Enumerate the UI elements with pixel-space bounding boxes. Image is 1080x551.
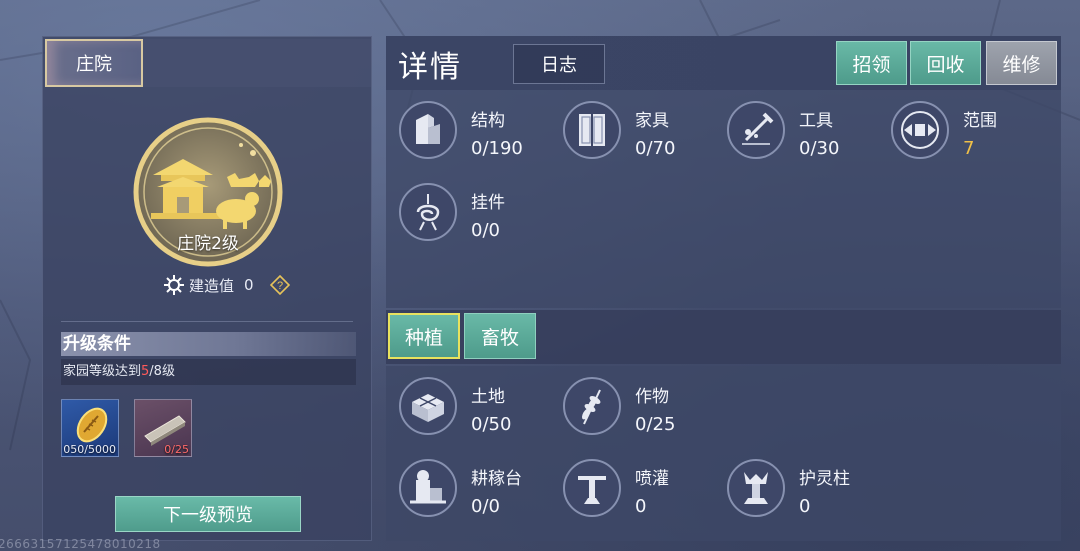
material-count: 050/5000 bbox=[63, 443, 116, 456]
stat-name: 护灵柱 bbox=[799, 469, 850, 489]
spirit-pillar-icon bbox=[727, 459, 785, 517]
stat-sprinkler: 喷灌 0 bbox=[550, 454, 710, 518]
building-stats-section: 结构 0/190 家具 0/70 工具 0/30 范围 7 挂件 0/0 bbox=[386, 90, 1061, 308]
stat-value: 0 bbox=[635, 496, 647, 517]
stat-name: 土地 bbox=[471, 387, 505, 407]
build-value-row: 建造值 0 ? bbox=[163, 273, 290, 297]
stat-value: 0/25 bbox=[635, 414, 676, 435]
tab-herding[interactable]: 畜牧 bbox=[464, 313, 536, 359]
stat-value: 7 bbox=[963, 138, 975, 159]
range-icon bbox=[891, 101, 949, 159]
building-info-panel: 庄院 庄院2级 建造值 0 ? 升级条件 家园等级达到5/8级 050/5000… bbox=[42, 36, 372, 541]
stat-name: 耕稼台 bbox=[471, 469, 522, 489]
details-header: 详情 日志 招领 回收 维修 bbox=[386, 36, 1061, 90]
tab-details[interactable]: 详情 bbox=[398, 42, 462, 86]
structure-icon bbox=[399, 101, 457, 159]
stat-name: 作物 bbox=[635, 387, 669, 407]
stat-value: 0/70 bbox=[635, 138, 676, 159]
category-tabs: 种植 畜牧 bbox=[386, 310, 1061, 364]
stat-structure: 结构 0/190 bbox=[386, 96, 546, 160]
build-value: 0 bbox=[244, 276, 254, 294]
next-level-preview-button[interactable]: 下一级预览 bbox=[115, 496, 301, 532]
stat-name: 工具 bbox=[799, 111, 833, 131]
tab-planting[interactable]: 种植 bbox=[388, 313, 460, 359]
stat-value: 0/190 bbox=[471, 138, 523, 159]
stat-furniture: 家具 0/70 bbox=[550, 96, 710, 160]
farm-platform-icon bbox=[399, 459, 457, 517]
land-icon bbox=[399, 377, 457, 435]
recycle-button[interactable]: 回收 bbox=[910, 41, 981, 85]
upgrade-conditions-title: 升级条件 bbox=[61, 332, 356, 356]
material-count: 0/25 bbox=[164, 443, 189, 456]
stat-tools: 工具 0/30 bbox=[714, 96, 874, 160]
stat-value: 0/30 bbox=[799, 138, 840, 159]
stat-value: 0/0 bbox=[471, 220, 500, 241]
stat-name: 挂件 bbox=[471, 193, 505, 213]
stat-land: 土地 0/50 bbox=[386, 372, 546, 436]
stat-name: 家具 bbox=[635, 111, 669, 131]
stat-name: 结构 bbox=[471, 111, 505, 131]
svg-text:?: ? bbox=[277, 280, 283, 292]
stat-pendant: 挂件 0/0 bbox=[386, 178, 546, 242]
details-panel: 详情 日志 招领 回收 维修 结构 0/190 家具 0/70 工具 0/30 … bbox=[386, 36, 1061, 541]
stat-spirit-pillar: 护灵柱 0 bbox=[714, 454, 874, 518]
tab-courtyard[interactable]: 庄院 bbox=[45, 39, 143, 87]
condition-text: 家园等级达到 bbox=[63, 364, 142, 379]
stat-range: 范围 7 bbox=[878, 96, 1038, 160]
stat-value: 0/0 bbox=[471, 496, 500, 517]
repair-button[interactable]: 维修 bbox=[986, 41, 1057, 85]
stat-value: 0/50 bbox=[471, 414, 512, 435]
building-level-label: 庄院2级 bbox=[177, 234, 239, 254]
player-id-watermark: 266631571254780102​18 bbox=[0, 537, 161, 551]
divider bbox=[61, 321, 353, 322]
courtyard-emblem: 庄院2级 bbox=[131, 115, 285, 269]
stat-name: 喷灌 bbox=[635, 469, 669, 489]
tools-icon bbox=[727, 101, 785, 159]
planting-stats-section: 土地 0/50 作物 0/25 耕稼台 0/0 喷灌 0 护灵柱 0 bbox=[386, 366, 1061, 541]
furniture-icon bbox=[563, 101, 621, 159]
material-slot-gold-seed[interactable]: 050/5000 bbox=[61, 399, 119, 457]
stat-name: 范围 bbox=[963, 111, 997, 131]
left-header-bar bbox=[143, 39, 371, 87]
pendant-icon bbox=[399, 183, 457, 241]
stat-farm-platform: 耕稼台 0/0 bbox=[386, 454, 546, 518]
tab-log[interactable]: 日志 bbox=[513, 44, 605, 84]
stat-crop: 作物 0/25 bbox=[550, 372, 710, 436]
upgrade-condition-row: 家园等级达到5/8级 bbox=[61, 359, 356, 385]
crop-icon bbox=[563, 377, 621, 435]
stat-value: 0 bbox=[799, 496, 811, 517]
material-slot-wood-plank[interactable]: 0/25 bbox=[134, 399, 192, 457]
build-value-label: 建造值 bbox=[189, 276, 235, 295]
help-icon[interactable]: ? bbox=[269, 275, 290, 295]
construction-gear-icon bbox=[164, 275, 184, 295]
recruit-button[interactable]: 招领 bbox=[836, 41, 907, 85]
sprinkler-icon bbox=[563, 459, 621, 517]
condition-required-level: /8级 bbox=[149, 364, 175, 379]
